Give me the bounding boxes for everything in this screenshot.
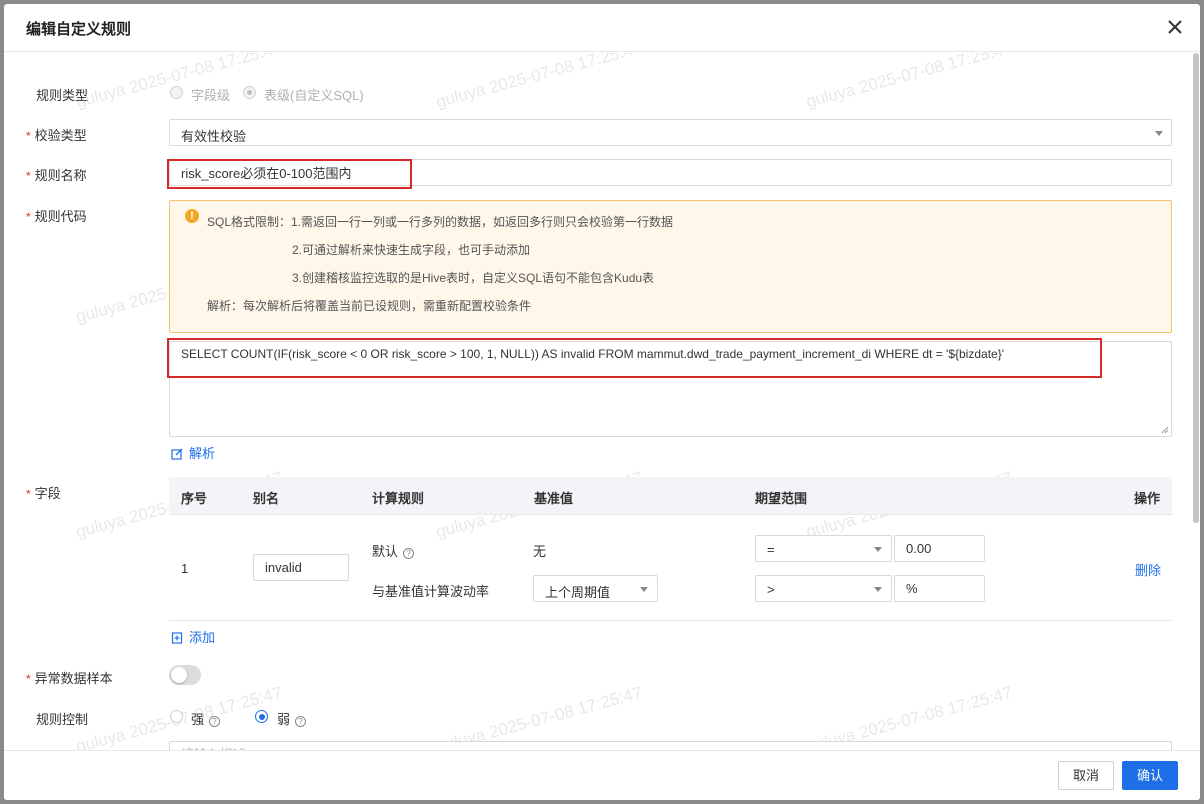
abnormal-sample-label-text: 异常数据样本 bbox=[34, 671, 113, 686]
chevron-down-icon bbox=[640, 587, 648, 592]
rule-type-field-text: 字段级 bbox=[191, 88, 231, 103]
col-action: 操作 bbox=[1134, 491, 1161, 506]
chevron-down-icon bbox=[874, 587, 882, 592]
value-input-default[interactable] bbox=[894, 535, 985, 562]
baseline-select-value: 上个周期值 bbox=[545, 585, 611, 600]
resize-handle-icon[interactable] bbox=[1161, 426, 1169, 434]
close-icon bbox=[1168, 20, 1182, 34]
highlight-box-rule-name bbox=[167, 159, 412, 189]
row-index: 1 bbox=[181, 561, 189, 576]
confirm-button[interactable]: 确认 bbox=[1122, 761, 1178, 790]
rule-control-weak-text: 弱 bbox=[277, 712, 291, 727]
check-type-label-text: 校验类型 bbox=[34, 128, 87, 143]
notice-line-3: 3.创建稽核监控选取的是Hive表时，自定义SQL语句不能包含Kudu表 bbox=[292, 271, 655, 285]
rule-code-label: * 规则代码 bbox=[26, 206, 87, 225]
notice-line-4: 解析：每次解析后将覆盖当前已设规则，需重新配置校验条件 bbox=[207, 299, 532, 313]
abnormal-sample-label: * 异常数据样本 bbox=[26, 668, 113, 687]
warning-icon: ! bbox=[185, 209, 199, 223]
col-index: 序号 bbox=[181, 491, 208, 506]
rule-name-label: * 规则名称 bbox=[26, 165, 87, 184]
operator-select-default[interactable]: = bbox=[755, 535, 892, 562]
required-mark: * bbox=[26, 672, 31, 686]
help-icon[interactable]: ? bbox=[403, 548, 415, 559]
parse-link[interactable]: 解析 bbox=[171, 443, 215, 462]
operator-volatility-value: > bbox=[767, 582, 775, 597]
watermark: guluya 2025-07-08 17:25:47 bbox=[74, 53, 285, 112]
delete-row-link[interactable]: 删除 bbox=[1135, 560, 1161, 579]
rule-type-table-text: 表级(自定义SQL) bbox=[264, 88, 364, 103]
rule-control-strong-text: 强 bbox=[191, 712, 205, 727]
dialog-footer: 取消 确认 bbox=[4, 750, 1200, 800]
rule-type-field-radio[interactable] bbox=[170, 86, 183, 99]
edit-rule-dialog: 编辑自定义规则 guluya 2025-07-08 17:25:47 guluy… bbox=[4, 4, 1200, 800]
notice-line-1: SQL格式限制：1.需返回一行一列或一行多列的数据，如返回多行则只会校验第一行数… bbox=[207, 215, 674, 229]
add-field-text: 添加 bbox=[189, 630, 216, 645]
fields-label-text: 字段 bbox=[34, 486, 61, 501]
rule-code-label-text: 规则代码 bbox=[34, 209, 87, 224]
sql-notice-box: ! SQL格式限制：1.需返回一行一列或一行多列的数据，如返回多行则只会校验第一… bbox=[169, 200, 1172, 333]
notice-line-2: 2.可通过解析来快速生成字段，也可手动添加 bbox=[292, 243, 531, 257]
rule-control-label: 规则控制 bbox=[36, 712, 89, 727]
col-expected-range: 期望范围 bbox=[755, 491, 808, 506]
baseline-default: 无 bbox=[533, 544, 547, 559]
rule-control-weak-radio[interactable] bbox=[255, 710, 268, 723]
watermark: guluya 2025-07-08 17:25:47 bbox=[434, 682, 645, 750]
value-input-volatility[interactable] bbox=[894, 575, 985, 602]
table-row-divider bbox=[169, 620, 1172, 621]
rule-type-table-radio[interactable] bbox=[243, 86, 256, 99]
parse-link-text: 解析 bbox=[189, 446, 216, 461]
watermark: guluya 2025-07-08 17:25:47 bbox=[434, 53, 645, 112]
check-type-value: 有效性校验 bbox=[181, 129, 247, 144]
rule-default-text: 默认 bbox=[372, 544, 399, 559]
required-mark: * bbox=[26, 129, 31, 143]
dialog-title: 编辑自定义规则 bbox=[26, 21, 132, 38]
rule-type-label: 规则类型 bbox=[36, 88, 89, 103]
required-mark: * bbox=[26, 169, 31, 183]
watermark: guluya 2025-07-08 17:25:47 bbox=[804, 53, 1015, 112]
dialog-scrollbar[interactable] bbox=[1192, 53, 1200, 750]
add-field-link[interactable]: 添加 bbox=[171, 627, 215, 646]
col-calc-rule: 计算规则 bbox=[372, 491, 425, 506]
col-alias: 别名 bbox=[253, 491, 280, 506]
chevron-down-icon bbox=[874, 547, 882, 552]
col-baseline: 基准值 bbox=[534, 491, 574, 506]
dialog-body: guluya 2025-07-08 17:25:47 guluya 2025-0… bbox=[4, 53, 1200, 750]
scrollbar-thumb[interactable] bbox=[1193, 53, 1199, 523]
rule-volatility: 与基准值计算波动率 bbox=[372, 584, 490, 599]
required-mark: * bbox=[26, 487, 31, 501]
highlight-box-sql bbox=[167, 338, 1102, 378]
dialog-header: 编辑自定义规则 bbox=[4, 4, 1200, 52]
rule-control-strong-radio[interactable] bbox=[170, 710, 183, 723]
alias-input[interactable] bbox=[253, 554, 349, 581]
edit-icon bbox=[171, 448, 183, 460]
description-input[interactable] bbox=[169, 741, 1172, 750]
fields-label: * 字段 bbox=[26, 483, 61, 502]
rule-name-label-text: 规则名称 bbox=[34, 168, 87, 183]
abnormal-sample-toggle[interactable] bbox=[169, 665, 201, 685]
check-type-label: * 校验类型 bbox=[26, 125, 87, 144]
help-icon[interactable]: ? bbox=[295, 716, 307, 727]
fields-table-header: 序号 别名 计算规则 基准值 期望范围 操作 bbox=[169, 477, 1172, 515]
help-icon[interactable]: ? bbox=[209, 716, 221, 727]
baseline-select[interactable]: 上个周期值 bbox=[533, 575, 658, 602]
rule-control-weak: 弱? bbox=[277, 709, 307, 728]
cancel-button[interactable]: 取消 bbox=[1058, 761, 1114, 790]
close-button[interactable] bbox=[1164, 16, 1186, 38]
operator-default-value: = bbox=[767, 542, 775, 557]
operator-select-volatility[interactable]: > bbox=[755, 575, 892, 602]
required-mark: * bbox=[26, 210, 31, 224]
chevron-down-icon bbox=[1155, 131, 1163, 136]
rule-control-strong: 强? bbox=[191, 709, 221, 728]
add-file-icon bbox=[171, 632, 183, 644]
check-type-select[interactable]: 有效性校验 bbox=[169, 119, 1172, 146]
rule-default: 默认? bbox=[372, 541, 415, 560]
watermark: guluya 2025-07-08 17:25:47 bbox=[804, 682, 1015, 750]
